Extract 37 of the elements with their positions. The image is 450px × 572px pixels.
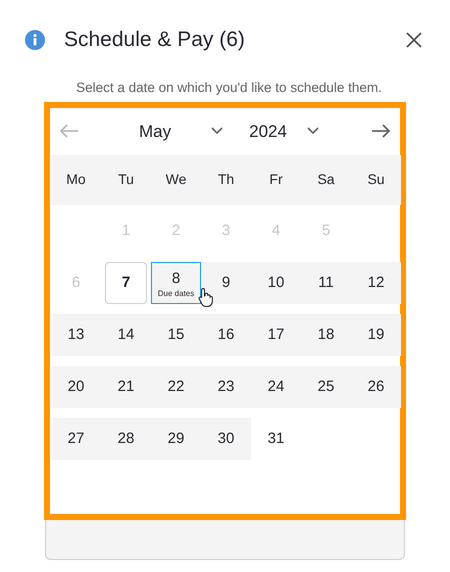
weekday-label: Sa — [316, 170, 336, 190]
date-cell[interactable]: 18 — [301, 314, 351, 356]
due-dates-note: Due dates — [158, 290, 194, 298]
year-dropdown[interactable]: 2024 — [249, 118, 319, 144]
weekday-label: Fr — [268, 170, 284, 190]
date-cell[interactable]: 25 — [301, 366, 351, 408]
weekday-label: Su — [366, 170, 386, 190]
date-cell[interactable]: 28 — [101, 418, 151, 460]
date-cell[interactable]: 21 — [101, 366, 151, 408]
weekday-label: Th — [216, 170, 236, 190]
date-cell[interactable]: 16 — [201, 314, 251, 356]
date-cell[interactable]: 31 — [251, 418, 301, 460]
weekday-label: Mo — [65, 170, 87, 190]
weekday-label: Tu — [117, 170, 135, 190]
date-cell[interactable]: 27 — [51, 418, 101, 460]
date-cell[interactable]: 24 — [251, 366, 301, 408]
date-cell[interactable]: 19 — [351, 314, 401, 356]
date-cell[interactable]: 26 — [351, 366, 401, 408]
today-date[interactable]: 7 — [105, 262, 147, 304]
dialog-title: Schedule & Pay (6) — [64, 27, 245, 53]
month-dropdown[interactable]: May — [139, 118, 224, 144]
instruction-text: Select a date on which you'd like to schedule them. — [75, 78, 383, 97]
weekday-label: We — [164, 170, 188, 190]
date-cell[interactable]: 10 — [251, 262, 301, 304]
date-cell[interactable]: 30 — [201, 418, 251, 460]
date-cell[interactable]: 22 — [151, 366, 201, 408]
date-cell[interactable]: 11 — [301, 262, 351, 304]
date-cell[interactable]: 12 — [351, 262, 401, 304]
date-cell[interactable]: 8 Due dates — [151, 262, 201, 304]
date-cell[interactable]: 29 — [151, 418, 201, 460]
date-cell[interactable]: 9 — [201, 262, 251, 304]
date-cell[interactable]: 13 — [51, 314, 101, 356]
date-cell[interactable]: 20 — [51, 366, 101, 408]
date-cell[interactable]: 15 — [151, 314, 201, 356]
date-cell[interactable]: 14 — [101, 314, 151, 356]
date-cell[interactable]: 23 — [201, 366, 251, 408]
date-cell[interactable]: 17 — [251, 314, 301, 356]
